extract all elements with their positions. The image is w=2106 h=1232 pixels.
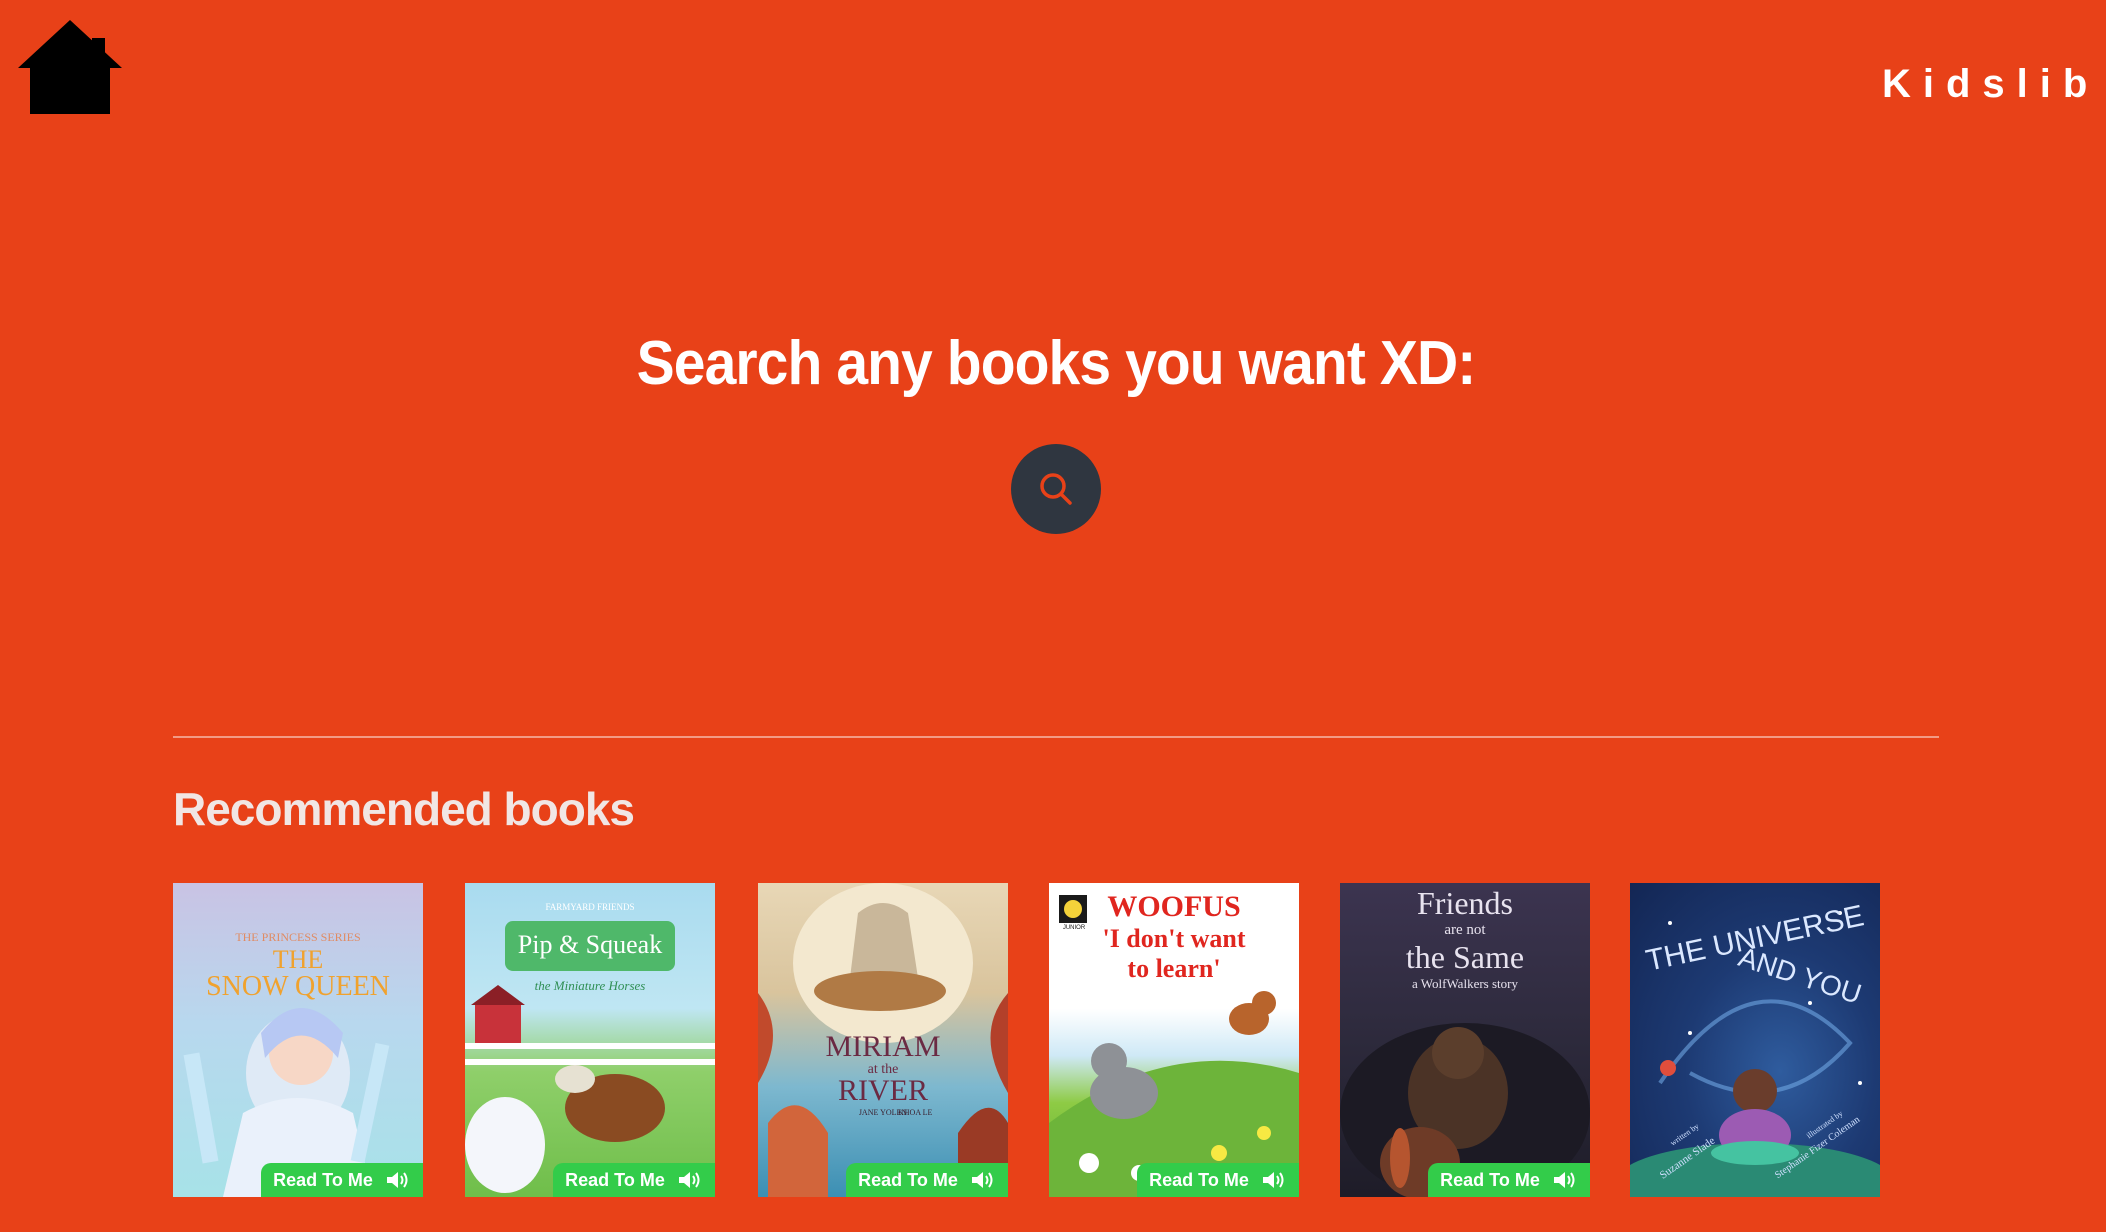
- book-illustrator: KHOA LE: [898, 1108, 933, 1117]
- book-card[interactable]: Friends are not the Same a WolfWalkers s…: [1340, 883, 1590, 1197]
- book-title: MIRIAM: [825, 1030, 941, 1063]
- book-title: Friends: [1417, 885, 1513, 921]
- book-title: the Same: [1405, 939, 1525, 975]
- search-icon: [1040, 473, 1072, 505]
- book-title: THE: [272, 945, 324, 974]
- book-card[interactable]: JUNIOR WOOFUS 'I don't want to learn' Re…: [1049, 883, 1299, 1197]
- book-title: to learn': [1127, 954, 1221, 983]
- book-card[interactable]: MIRIAM at the RIVER JANE YOLEN KHOA LE R…: [758, 883, 1008, 1197]
- badge-label: Read To Me: [1149, 1169, 1249, 1190]
- badge-label: Read To Me: [273, 1169, 373, 1190]
- book-title: WOOFUS: [1107, 890, 1241, 923]
- recommended-heading: Recommended books: [173, 783, 635, 835]
- speaker-icon: [971, 1172, 993, 1188]
- book-title: 'I don't want: [1102, 924, 1246, 953]
- search-button[interactable]: [1011, 444, 1101, 534]
- badge-label: Read To Me: [858, 1169, 958, 1190]
- book-title: RIVER: [838, 1074, 928, 1107]
- book-title: THE PRINCESS SERIES: [235, 930, 361, 944]
- speaker-icon: [1553, 1172, 1575, 1188]
- home-icon: [18, 20, 122, 114]
- badge-label: Read To Me: [1440, 1169, 1540, 1190]
- book-title: the Miniature Horses: [534, 978, 646, 993]
- brand-name: Kidslib: [1882, 62, 2100, 106]
- read-to-me-badge: Read To Me: [846, 1163, 1008, 1197]
- book-title: are not: [1444, 922, 1486, 938]
- book-title: Pip & Squeak: [517, 930, 663, 959]
- book-subtitle: a WolfWalkers story: [1412, 976, 1518, 991]
- book-card[interactable]: THE UNIVERSE AND YOU written by Suzanne …: [1630, 883, 1880, 1197]
- book-list: THE PRINCESS SERIES THE SNOW QUEEN Read …: [0, 883, 2106, 1198]
- read-to-me-badge: Read To Me: [553, 1163, 715, 1197]
- section-divider: [173, 736, 1939, 738]
- book-title: FARMYARD FRIENDS: [545, 902, 635, 912]
- speaker-icon: [386, 1172, 408, 1188]
- read-to-me-badge: Read To Me: [1137, 1163, 1299, 1197]
- badge-label: Read To Me: [565, 1169, 665, 1190]
- book-title: SNOW QUEEN: [206, 971, 390, 1002]
- book-card[interactable]: FARMYARD FRIENDS Pip & Squeak the Miniat…: [465, 883, 715, 1197]
- search-heading: Search any books you want XD:: [636, 329, 1477, 398]
- book-card[interactable]: THE PRINCESS SERIES THE SNOW QUEEN Read …: [173, 883, 423, 1197]
- speaker-icon: [1262, 1172, 1284, 1188]
- speaker-icon: [678, 1172, 700, 1188]
- home-button[interactable]: [16, 18, 124, 116]
- read-to-me-badge: Read To Me: [261, 1163, 423, 1197]
- read-to-me-badge: Read To Me: [1428, 1163, 1590, 1197]
